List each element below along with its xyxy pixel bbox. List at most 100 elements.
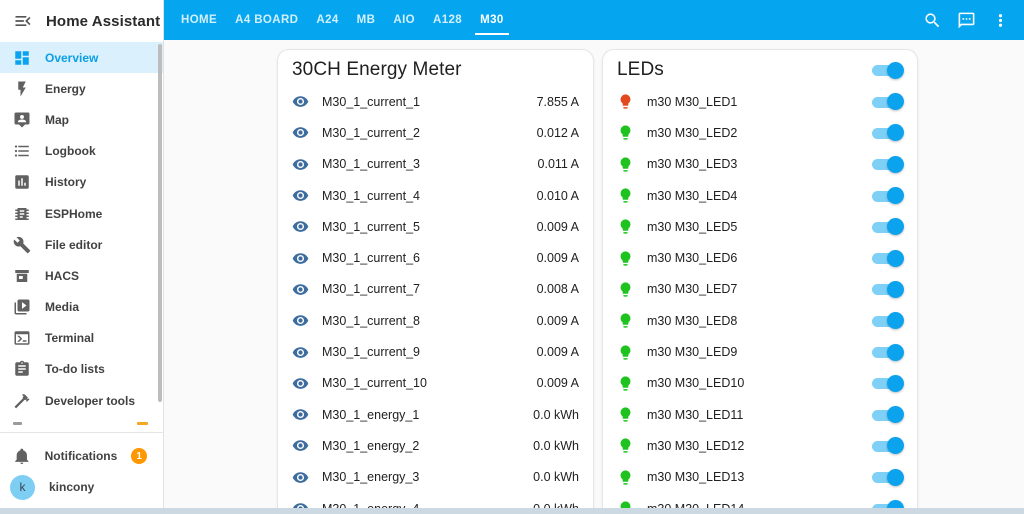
entity-row[interactable]: M30_1_current_8 0.009 A <box>292 305 579 336</box>
tab-a128[interactable]: A128 <box>424 0 471 40</box>
lightbulb-icon[interactable] <box>617 250 634 267</box>
lightbulb-icon[interactable] <box>617 312 634 329</box>
toggle-switch[interactable] <box>872 406 904 424</box>
lightbulb-icon[interactable] <box>617 469 634 486</box>
led-row[interactable]: m30 M30_LED4 <box>617 180 904 211</box>
sidebar-item-user[interactable]: k kincony <box>0 472 163 502</box>
sidebar-scrollbar[interactable] <box>158 44 162 402</box>
eye-icon[interactable] <box>292 250 309 267</box>
entity-row[interactable]: M30_1_energy_1 0.0 kWh <box>292 399 579 430</box>
toggle-switch[interactable] <box>872 93 904 111</box>
sidebar-item-hacs[interactable]: HACS <box>0 260 163 291</box>
eye-icon[interactable] <box>292 93 309 110</box>
sidebar-item-to-do-lists[interactable]: To-do lists <box>0 354 163 385</box>
toggle-switch[interactable] <box>872 280 904 298</box>
clipboard-list-icon <box>13 360 31 378</box>
sidebar-item-label: Developer tools <box>45 393 136 408</box>
toggle-switch[interactable] <box>872 218 904 236</box>
tab-home[interactable]: HOME <box>172 0 226 40</box>
eye-icon[interactable] <box>292 124 309 141</box>
sidebar-item-energy[interactable]: Energy <box>0 73 163 104</box>
notification-count-badge: 1 <box>131 448 147 464</box>
entity-row[interactable]: M30_1_energy_2 0.0 kWh <box>292 430 579 461</box>
led-row[interactable]: m30 M30_LED11 <box>617 399 904 430</box>
led-row[interactable]: m30 M30_LED5 <box>617 211 904 242</box>
tab-a24[interactable]: A24 <box>307 0 347 40</box>
entity-row[interactable]: M30_1_current_5 0.009 A <box>292 211 579 242</box>
sidebar-item-logbook[interactable]: Logbook <box>0 136 163 167</box>
toggle-switch[interactable] <box>872 312 904 330</box>
eye-icon[interactable] <box>292 187 309 204</box>
led-row[interactable]: m30 M30_LED2 <box>617 117 904 148</box>
entity-value: 0.0 kWh <box>533 407 579 422</box>
sidebar-item-esphome[interactable]: ESPHome <box>0 198 163 229</box>
lightbulb-icon[interactable] <box>617 344 634 361</box>
sidebar-item-label: Energy <box>45 81 86 96</box>
format-list-bulleted-icon <box>13 142 31 160</box>
eye-icon[interactable] <box>292 406 309 423</box>
toggle-switch[interactable] <box>872 187 904 205</box>
sidebar-item-developer-tools[interactable]: Developer tools <box>0 385 163 416</box>
eye-icon[interactable] <box>292 156 309 173</box>
led-row[interactable]: m30 M30_LED6 <box>617 242 904 273</box>
toggle-switch[interactable] <box>872 124 904 142</box>
tab-m30[interactable]: M30 <box>471 0 513 40</box>
entity-row[interactable]: M30_1_energy_3 0.0 kWh <box>292 462 579 493</box>
eye-icon[interactable] <box>292 344 309 361</box>
tab-a4-board[interactable]: A4 BOARD <box>226 0 307 40</box>
search-icon[interactable] <box>923 11 942 30</box>
sidebar-item-history[interactable]: History <box>0 167 163 198</box>
entity-row[interactable]: M30_1_current_1 7.855 A <box>292 86 579 117</box>
sidebar-item-map[interactable]: Map <box>0 104 163 135</box>
tab-aio[interactable]: AIO <box>384 0 424 40</box>
toggle-switch[interactable] <box>872 468 904 486</box>
toggle-switch[interactable] <box>872 155 904 173</box>
sidebar-item-overview[interactable]: Overview <box>0 42 163 74</box>
led-row[interactable]: m30 M30_LED7 <box>617 274 904 305</box>
lightbulb-icon[interactable] <box>617 281 634 298</box>
toggle-switch[interactable] <box>872 343 904 361</box>
led-row[interactable]: m30 M30_LED10 <box>617 368 904 399</box>
led-row[interactable]: m30 M30_LED13 <box>617 462 904 493</box>
lightbulb-icon[interactable] <box>617 93 634 110</box>
tab-mb[interactable]: MB <box>348 0 385 40</box>
toggle-switch[interactable] <box>872 249 904 267</box>
lightbulb-icon[interactable] <box>617 437 634 454</box>
led-row[interactable]: m30 M30_LED9 <box>617 336 904 367</box>
sidebar-item-file-editor[interactable]: File editor <box>0 229 163 260</box>
sidebar-item-notifications[interactable]: Notifications 1 <box>0 441 163 471</box>
eye-icon[interactable] <box>292 312 309 329</box>
lightbulb-icon[interactable] <box>617 124 634 141</box>
lightbulb-icon[interactable] <box>617 218 634 235</box>
lightbulb-icon[interactable] <box>617 187 634 204</box>
sidebar-item-media[interactable]: Media <box>0 292 163 323</box>
led-row[interactable]: m30 M30_LED3 <box>617 149 904 180</box>
eye-icon[interactable] <box>292 469 309 486</box>
entity-row[interactable]: M30_1_current_6 0.009 A <box>292 242 579 273</box>
eye-icon[interactable] <box>292 437 309 454</box>
leds-master-toggle[interactable] <box>872 61 904 79</box>
entity-row[interactable]: M30_1_current_4 0.010 A <box>292 180 579 211</box>
lightbulb-icon[interactable] <box>617 156 634 173</box>
kebab-menu-icon[interactable] <box>991 11 1010 30</box>
menu-open-icon[interactable] <box>13 11 33 31</box>
horizontal-scrollbar[interactable] <box>0 508 1024 514</box>
entity-row[interactable]: M30_1_current_10 0.009 A <box>292 368 579 399</box>
entity-row[interactable]: M30_1_current_9 0.009 A <box>292 336 579 367</box>
assist-chat-icon[interactable] <box>957 11 976 30</box>
led-row[interactable]: m30 M30_LED1 <box>617 86 904 117</box>
entity-row[interactable]: M30_1_current_7 0.008 A <box>292 274 579 305</box>
toggle-switch[interactable] <box>872 374 904 392</box>
toggle-switch[interactable] <box>872 437 904 455</box>
lightbulb-icon[interactable] <box>617 375 634 392</box>
eye-icon[interactable] <box>292 375 309 392</box>
entity-row[interactable]: M30_1_current_3 0.011 A <box>292 149 579 180</box>
led-row[interactable]: m30 M30_LED8 <box>617 305 904 336</box>
lightbulb-icon[interactable] <box>617 406 634 423</box>
sidebar-item-terminal[interactable]: Terminal <box>0 323 163 354</box>
eye-icon[interactable] <box>292 281 309 298</box>
led-row[interactable]: m30 M30_LED12 <box>617 430 904 461</box>
entity-name: M30_1_energy_3 <box>322 470 420 485</box>
entity-row[interactable]: M30_1_current_2 0.012 A <box>292 117 579 148</box>
eye-icon[interactable] <box>292 218 309 235</box>
